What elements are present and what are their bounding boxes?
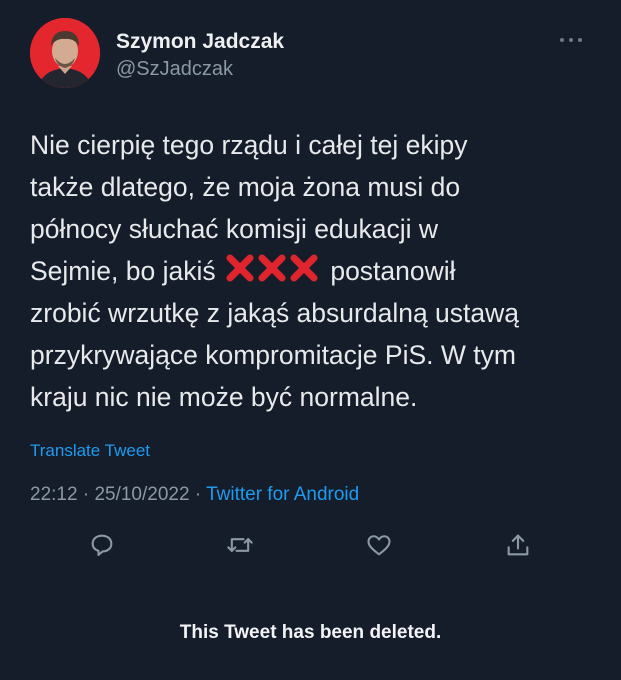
author-handle[interactable]: @SzJadczak [116, 58, 233, 81]
tweet-line: kraju nic nie może być normalne. [30, 382, 418, 412]
meta-separator: · [82, 484, 90, 505]
tweet-date: 25/10/2022 [94, 484, 190, 505]
tweet-line-part: postanowił [330, 256, 456, 286]
tweet-line: północy słuchać komisji edukacji w [30, 214, 438, 244]
tweet-card: Szymon Jadczak @SzJadczak Nie cierpię te… [0, 0, 621, 680]
translate-tweet-link[interactable]: Translate Tweet [30, 441, 150, 461]
tweet-text: Nie cierpię tego rządu i całej tej ekipy… [30, 124, 595, 418]
tweet-line: zrobić wrzutkę z jakąś absurdalną ustawą [30, 298, 520, 328]
share-icon[interactable] [500, 527, 536, 563]
action-bar [0, 527, 621, 563]
tweet-line: także dlatego, że moja żona musi do [30, 172, 461, 202]
tweet-time: 22:12 [30, 484, 78, 505]
tweet-line: przykrywające kompromitacje PiS. W tym [30, 340, 516, 370]
cross-mark-emoji-icon [225, 253, 319, 283]
reply-icon[interactable] [84, 527, 120, 563]
retweet-icon[interactable] [222, 527, 258, 563]
tweet-meta: 22:12 · 25/10/2022 · Twitter for Android [30, 484, 359, 506]
more-options-icon[interactable] [560, 30, 594, 50]
meta-separator: · [194, 484, 202, 505]
author-name[interactable]: Szymon Jadczak [116, 30, 284, 54]
avatar[interactable] [30, 18, 100, 88]
tweet-line: Nie cierpię tego rządu i całej tej ekipy [30, 130, 468, 160]
tweet-source-link[interactable]: Twitter for Android [206, 484, 359, 505]
tweet-line: Sejmie, bo jakiś postanowił [30, 250, 595, 292]
tweet-line-part: Sejmie, bo jakiś [30, 256, 216, 286]
like-icon[interactable] [361, 527, 397, 563]
deleted-notice: This Tweet has been deleted. [179, 622, 442, 643]
